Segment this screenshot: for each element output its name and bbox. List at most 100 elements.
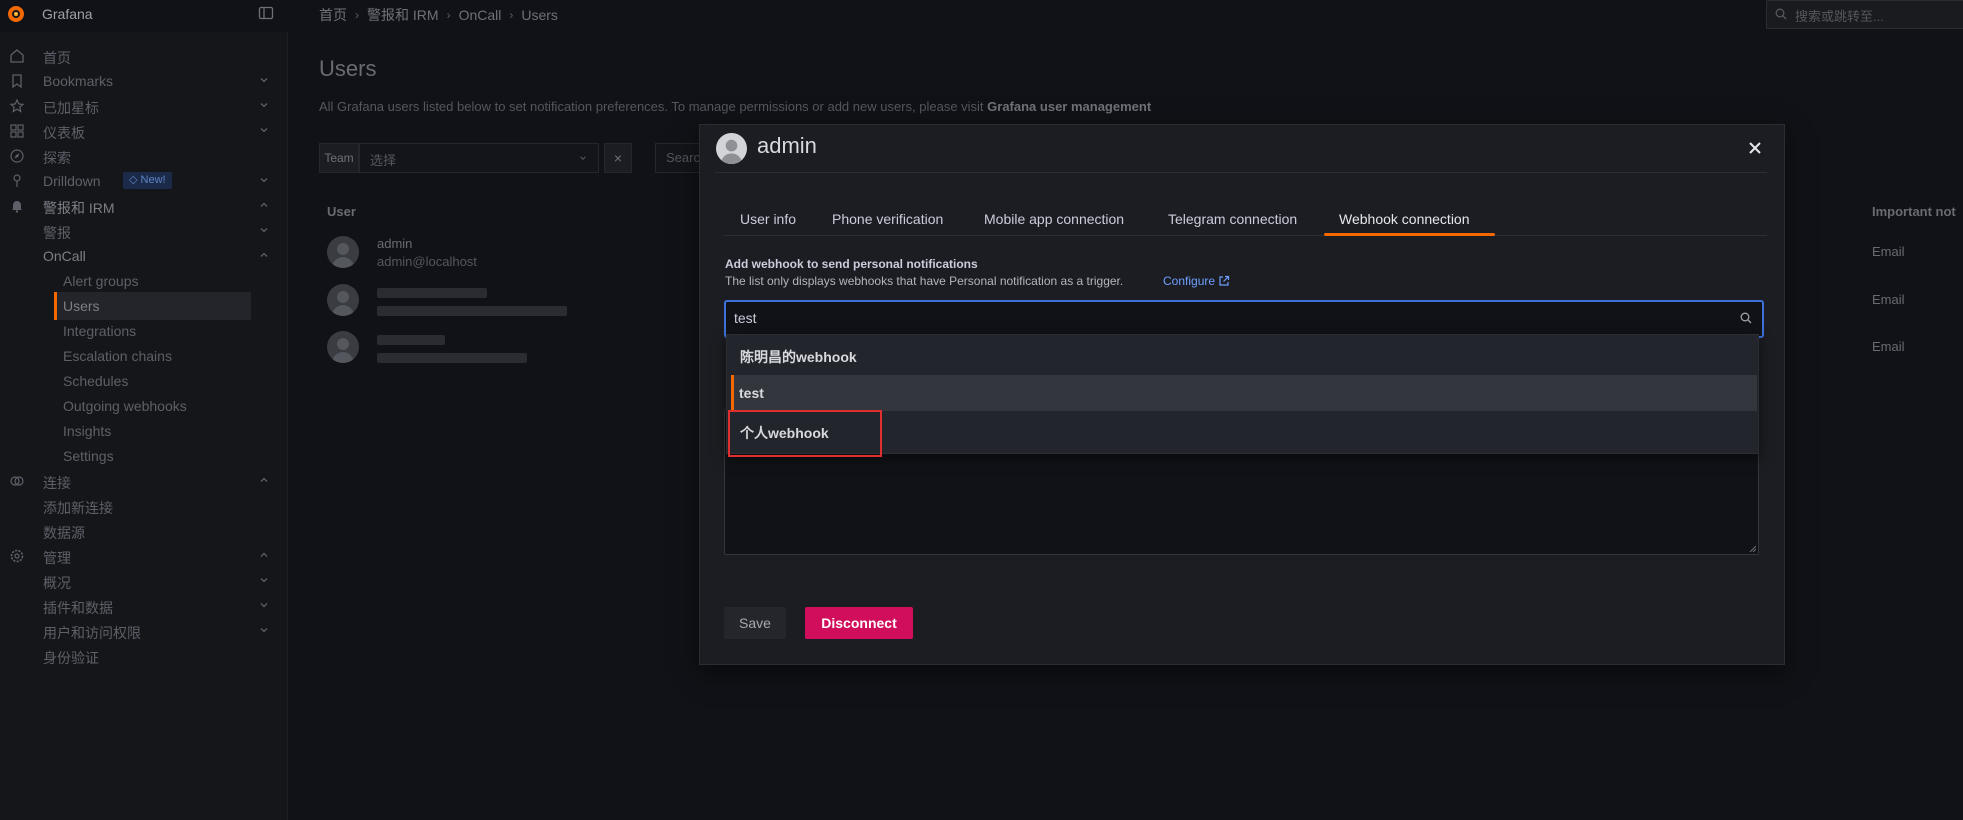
sidebar-item-authentication[interactable]: 身份验证 <box>0 642 282 670</box>
close-icon[interactable] <box>1748 141 1762 155</box>
tab-phone-verification[interactable]: Phone verification <box>832 211 943 227</box>
chevron-up-icon[interactable] <box>258 249 270 261</box>
user-management-link[interactable]: Grafana user management <box>987 99 1151 114</box>
avatar <box>716 133 747 164</box>
breadcrumb-users: Users <box>521 7 558 23</box>
sidebar-item-escalation-chains[interactable]: Escalation chains <box>0 342 282 370</box>
global-search-input[interactable]: 搜索或跳转至... <box>1766 0 1963 29</box>
resize-grip-icon[interactable] <box>1748 544 1756 552</box>
webhook-option[interactable]: 个人webhook <box>728 413 1757 449</box>
important-notification-value: Email <box>1872 244 1905 259</box>
chevron-down-icon[interactable] <box>258 74 270 86</box>
chevron-down-icon[interactable] <box>258 174 270 186</box>
chevron-down-icon[interactable] <box>258 124 270 136</box>
cog-icon <box>10 549 24 563</box>
important-notification-value: Email <box>1872 339 1905 354</box>
chevron-down-icon[interactable] <box>258 599 270 611</box>
webhook-option-selected[interactable]: test <box>731 375 1757 411</box>
important-notification-value: Email <box>1872 292 1905 307</box>
page-description: All Grafana users listed below to set no… <box>319 99 1151 114</box>
star-icon <box>9 98 25 113</box>
search-icon <box>1775 8 1787 20</box>
chevron-up-icon[interactable] <box>258 549 270 561</box>
compass-icon <box>10 149 24 163</box>
sidebar-item-outgoing-webhooks[interactable]: Outgoing webhooks <box>0 392 282 420</box>
webhook-option-label: test <box>739 385 764 401</box>
sidebar-item-users-access[interactable]: 用户和访问权限 <box>0 617 282 645</box>
modal-tabs: User info Phone verification Mobile app … <box>724 205 1767 236</box>
sidebar-item-alerting-irm[interactable]: 警报和 IRM <box>0 192 282 220</box>
dock-menu-icon[interactable] <box>258 5 274 21</box>
configure-link-label: Configure <box>1163 274 1216 288</box>
breadcrumb: 首页 › 警报和 IRM › OnCall › Users <box>319 5 558 25</box>
grafana-logo-icon[interactable] <box>6 4 26 24</box>
webhook-select-value: test <box>734 310 757 326</box>
webhook-option[interactable]: 陈明昌的webhook <box>728 337 1757 373</box>
disconnect-button[interactable]: Disconnect <box>805 607 913 639</box>
chevron-up-icon[interactable] <box>258 199 270 211</box>
sidebar-item-drilldown[interactable]: Drilldown ◇ New! <box>0 167 282 195</box>
sidebar-item-label: OnCall <box>43 248 86 264</box>
team-select-placeholder: 选择 <box>370 153 397 168</box>
breadcrumb-alerting[interactable]: 警报和 IRM <box>367 5 439 25</box>
sidebar-item-integrations[interactable]: Integrations <box>0 317 282 345</box>
page-description-text: All Grafana users listed below to set no… <box>319 99 988 114</box>
sidebar-item-oncall[interactable]: OnCall <box>0 242 282 270</box>
sidebar-item-insights[interactable]: Insights <box>0 417 282 445</box>
sidebar-item-plugins-data[interactable]: 插件和数据 <box>0 592 282 620</box>
save-button[interactable]: Save <box>724 607 786 639</box>
breadcrumb-separator-icon: › <box>355 8 359 22</box>
sidebar-item-label: 警报 <box>43 225 71 241</box>
team-filter-label: Team <box>319 143 359 173</box>
redacted-name <box>377 335 445 345</box>
sidebar-item-explore[interactable]: 探索 <box>0 142 282 170</box>
team-select[interactable]: 选择 <box>359 143 599 173</box>
sidebar-item-label: 警报和 IRM <box>43 200 115 216</box>
team-clear-button[interactable]: × <box>604 143 632 173</box>
sidebar-item-alert-groups[interactable]: Alert groups <box>0 267 282 295</box>
breadcrumb-home[interactable]: 首页 <box>319 5 347 25</box>
breadcrumb-oncall[interactable]: OnCall <box>459 7 502 23</box>
tab-telegram-connection[interactable]: Telegram connection <box>1168 211 1297 227</box>
sidebar-item-home[interactable]: 首页 <box>0 42 282 70</box>
sidebar-item-alerts[interactable]: 警报 <box>0 217 282 245</box>
sidebar-item-label: Insights <box>63 423 112 439</box>
configure-link[interactable]: Configure <box>1163 274 1230 288</box>
column-header-user: User <box>327 204 356 219</box>
page-title: Users <box>319 56 377 81</box>
sidebar-item-overview[interactable]: 概况 <box>0 567 282 595</box>
sidebar-item-label: 添加新连接 <box>43 500 113 516</box>
top-bar: Grafana 首页 › 警报和 IRM › OnCall › Users 搜索… <box>0 0 1963 32</box>
tab-mobile-app-connection[interactable]: Mobile app connection <box>984 211 1124 227</box>
sidebar-item-schedules[interactable]: Schedules <box>0 367 282 395</box>
avatar <box>327 331 359 363</box>
sidebar-item-settings[interactable]: Settings <box>0 442 282 470</box>
chevron-up-icon[interactable] <box>258 474 270 486</box>
avatar <box>327 284 359 316</box>
breadcrumb-separator-icon: › <box>509 8 514 22</box>
sidebar-item-bookmarks[interactable]: Bookmarks <box>0 67 282 95</box>
chevron-down-icon[interactable] <box>258 224 270 236</box>
chevron-down-icon[interactable] <box>258 624 270 636</box>
sidebar-item-users[interactable]: Users <box>54 292 251 320</box>
sidebar-item-data-sources[interactable]: 数据源 <box>0 517 282 545</box>
user-search-placeholder: Searc <box>666 150 700 165</box>
chevron-down-icon[interactable] <box>258 99 270 111</box>
tab-webhook-connection[interactable]: Webhook connection <box>1339 211 1470 227</box>
connections-icon <box>10 476 24 486</box>
column-header-important: Important not <box>1872 204 1956 219</box>
sidebar-item-connections[interactable]: 连接 <box>0 467 282 495</box>
sidebar-item-starred[interactable]: 已加星标 <box>0 92 282 120</box>
avatar <box>327 236 359 268</box>
webhook-select-input[interactable]: test <box>724 300 1764 338</box>
sidebar-item-label: 仪表板 <box>43 125 85 141</box>
dashboard-icon <box>10 124 24 138</box>
sidebar-item-label: Users <box>63 298 100 314</box>
modal-divider <box>715 172 1767 173</box>
chevron-down-icon[interactable] <box>258 574 270 586</box>
sidebar-item-dashboards[interactable]: 仪表板 <box>0 117 282 145</box>
sidebar-item-administration[interactable]: 管理 <box>0 542 282 570</box>
tab-user-info[interactable]: User info <box>740 211 796 227</box>
sidebar-item-add-connection[interactable]: 添加新连接 <box>0 492 282 520</box>
new-badge: ◇ New! <box>123 172 172 189</box>
